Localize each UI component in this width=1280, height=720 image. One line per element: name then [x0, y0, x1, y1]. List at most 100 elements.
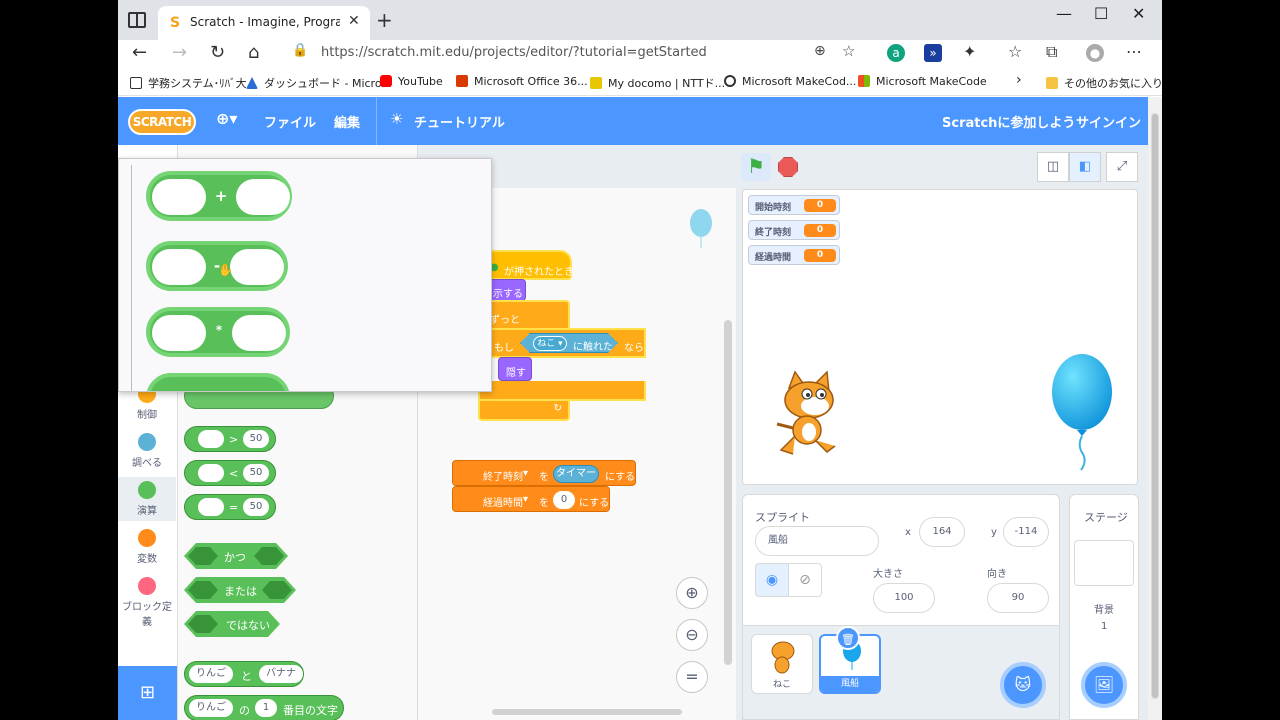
new-tab-icon[interactable]: + — [376, 8, 393, 32]
set-variable-block[interactable]: 経過時間 ▾ を 0 にする — [452, 486, 610, 512]
collections-icon[interactable]: ⧉ — [1046, 42, 1057, 62]
block-input[interactable]: 1 — [255, 699, 277, 717]
zoom-reset-button[interactable]: = — [676, 661, 708, 693]
normal-stage-button[interactable]: ◧ — [1069, 152, 1101, 182]
if-then-block[interactable]: もし ねこ ▾ に触れた なら — [478, 328, 646, 358]
browser-tab[interactable]: S Scratch - Imagine, Program, Share ✕ — [158, 6, 370, 40]
stage-thumbnail[interactable] — [1074, 540, 1134, 586]
script-vertical-scrollbar[interactable] — [724, 320, 732, 665]
block-input[interactable] — [152, 315, 206, 351]
zoom-in-button[interactable]: ⊕ — [676, 577, 708, 609]
block-divide[interactable] — [146, 373, 290, 391]
block-add[interactable]: + — [146, 171, 292, 221]
bookmark-item[interactable]: My docomo | NTTド... — [590, 75, 725, 91]
block-equals[interactable]: = 50 — [184, 494, 276, 520]
block-or[interactable]: または — [184, 577, 296, 603]
edit-menu[interactable]: 編集 — [334, 112, 360, 131]
tab-close-icon[interactable]: ✕ — [348, 13, 360, 29]
file-menu[interactable]: ファイル — [264, 112, 316, 131]
stage-canvas[interactable]: 開始時刻 0 終了時刻 0 経過時間 0 — [742, 189, 1138, 485]
extension-a-icon[interactable]: a — [887, 44, 905, 62]
category-operators[interactable]: 演算 — [118, 477, 176, 521]
category-variables[interactable]: 変数 — [118, 529, 176, 565]
small-stage-button[interactable]: ◫ — [1037, 152, 1069, 182]
balloon-sprite-icon[interactable] — [1049, 354, 1115, 474]
block-input[interactable] — [152, 179, 206, 215]
block-input[interactable] — [152, 249, 206, 285]
bookmarks-overflow-icon[interactable]: › — [1016, 72, 1022, 88]
block-input[interactable]: 50 — [243, 498, 269, 516]
scrollbar-thumb[interactable] — [1151, 113, 1159, 699]
favorites-icon[interactable]: ☆ — [1008, 42, 1022, 61]
language-globe-icon[interactable]: ⊕▾ — [216, 109, 237, 128]
bookmark-item[interactable]: ダッシュボード - Micro... — [246, 75, 392, 91]
extensions-icon[interactable]: ✦ — [963, 42, 976, 61]
set-variable-block[interactable]: 終了時刻 ▾ を タイマー にする — [452, 460, 636, 486]
forward-icon[interactable]: → — [172, 42, 187, 63]
tutorials-menu[interactable]: チュートリアル — [414, 112, 505, 131]
block-and[interactable]: かつ — [184, 543, 288, 569]
dropdown-arrow-icon[interactable]: ▾ — [523, 468, 528, 479]
profile-avatar[interactable]: ● — [1086, 44, 1104, 62]
category-sensing[interactable]: 調べる — [118, 433, 176, 469]
window-close-icon[interactable]: ✕ — [1132, 4, 1145, 23]
page-scrollbar[interactable] — [1148, 97, 1162, 720]
home-icon[interactable]: ⌂ — [248, 42, 259, 63]
block-input[interactable]: 50 — [243, 430, 269, 448]
bookmark-item[interactable]: Microsoft Office 36... — [456, 75, 588, 88]
minimize-icon[interactable]: — — [1056, 4, 1072, 23]
timer-reporter[interactable]: タイマー — [553, 465, 599, 483]
block-multiply[interactable]: * — [146, 307, 290, 357]
block-join[interactable]: りんご と バナナ — [184, 661, 304, 687]
extension-arrow-icon[interactable]: » — [924, 44, 942, 62]
cat-sprite-icon[interactable] — [771, 370, 855, 458]
block-letter-of[interactable]: りんご の 1 番目の文字 — [184, 695, 344, 720]
add-extension-button[interactable]: ⊞ — [118, 666, 177, 720]
back-icon[interactable]: ← — [132, 42, 147, 63]
show-sprite-eye-icon[interactable]: ◉ — [755, 563, 789, 597]
sprite-thumb-cat[interactable]: ねこ — [751, 634, 813, 694]
block-greater-than[interactable]: > 50 — [184, 426, 276, 452]
block-input[interactable]: 50 — [243, 464, 269, 482]
block-input[interactable]: りんご — [189, 665, 233, 683]
dropdown-arrow-icon[interactable]: ▾ — [523, 494, 528, 505]
block-input[interactable] — [230, 249, 284, 285]
category-my-blocks[interactable]: ブロック定義 — [118, 577, 176, 628]
direction-field[interactable]: 90 — [987, 583, 1049, 613]
maximize-icon[interactable]: ☐ — [1094, 4, 1108, 23]
block-not[interactable]: ではない — [184, 611, 280, 637]
bookmark-item[interactable]: Microsoft MakeCod... — [724, 75, 856, 88]
lock-icon[interactable]: 🔒 — [292, 43, 308, 58]
size-field[interactable]: 100 — [873, 583, 935, 613]
stop-button[interactable] — [778, 157, 798, 177]
address-bar[interactable]: 🔒 https://scratch.mit.edu/projects/edito… — [284, 40, 866, 66]
hide-block[interactable]: 隠す — [498, 357, 532, 381]
reload-icon[interactable]: ↻ — [210, 42, 225, 63]
sprite-name-field[interactable]: 風船 — [755, 526, 879, 556]
zoom-out-button[interactable]: ⊖ — [676, 619, 708, 651]
tab-actions-icon[interactable] — [128, 12, 146, 28]
choose-sprite-button[interactable]: 🐱 — [1000, 662, 1046, 708]
bookmark-item[interactable]: Microsoft MakeCode — [858, 75, 987, 88]
bookmark-item[interactable]: 学務システム･ﾘﾊﾞ大 — [130, 75, 247, 91]
zoom-page-icon[interactable]: ⊕ — [814, 43, 826, 59]
script-horizontal-scrollbar[interactable] — [492, 709, 682, 715]
block-input[interactable]: バナナ — [259, 665, 303, 683]
more-menu-icon[interactable]: ⋯ — [1126, 42, 1142, 61]
hide-sprite-eye-icon[interactable]: ⊘ — [788, 563, 822, 597]
block-subtract[interactable]: - ✋ — [146, 241, 288, 291]
touching-block[interactable]: ねこ ▾ に触れた — [520, 333, 618, 353]
block-input[interactable] — [232, 315, 286, 351]
y-field[interactable]: -114 — [1003, 517, 1049, 547]
other-favorites[interactable]: その他のお気に入り — [1046, 75, 1162, 91]
add-favorite-icon[interactable]: ☆ — [842, 42, 855, 60]
when-flag-clicked-block[interactable]: ● が押されたとき — [482, 250, 574, 280]
green-flag-button[interactable]: ⚑ — [741, 153, 771, 181]
choose-backdrop-button[interactable]: 🖼 — [1081, 662, 1127, 708]
delete-sprite-icon[interactable]: 🗑 — [836, 626, 860, 650]
sprite-dropdown[interactable]: ねこ ▾ — [533, 336, 567, 351]
block-input[interactable]: 0 — [553, 491, 575, 509]
scratch-logo[interactable]: SCRATCH — [128, 109, 196, 135]
join-scratch-link[interactable]: Scratchに参加しよう — [942, 112, 1075, 131]
block-less-than[interactable]: < 50 — [184, 460, 276, 486]
